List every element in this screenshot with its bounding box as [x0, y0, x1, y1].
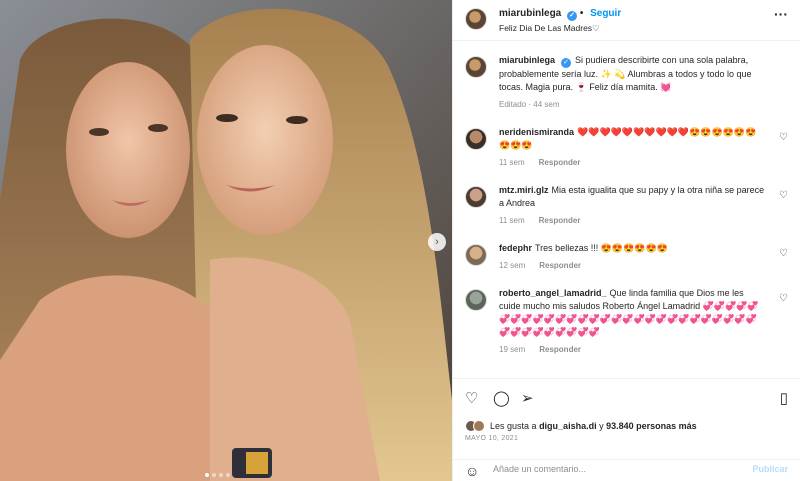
comment-icon[interactable]: ◯ [493, 389, 510, 407]
separator: • [579, 8, 587, 19]
post-date[interactable]: MAYO 10, 2021 [465, 435, 518, 442]
add-comment-bar: ☺ Publicar [453, 459, 800, 481]
carousel-dot [205, 473, 209, 477]
caption: miarubinlega ✓ Si pudiera describirte con … [453, 54, 800, 109]
comment-text: roberto_angel_lamadrid_ Que linda familia… [499, 287, 766, 339]
likes-prefix: Les gusta a [490, 421, 537, 431]
avatar[interactable] [465, 128, 487, 150]
comment-text: fedephr Tres bellezas !!! 😍😍😍😍😍😍 [499, 242, 766, 255]
comment-like-heart-icon[interactable]: ♡ [779, 293, 788, 304]
heart-icon[interactable]: ♡ [465, 389, 478, 407]
comment-like-heart-icon[interactable]: ♡ [779, 248, 788, 259]
comment-text: neridenismiranda ❤️❤️❤️❤️❤️❤️❤️❤️❤️❤️😍😍😍😍… [499, 126, 766, 152]
reply-button[interactable]: Responder [539, 216, 581, 225]
comment-username[interactable]: roberto_angel_lamadrid_ [499, 288, 607, 298]
verified-icon: ✓ [567, 11, 578, 21]
carousel-dot [219, 473, 223, 477]
location-label[interactable]: Feliz Dia De Las Madres♡ [499, 23, 600, 34]
emoji-icon[interactable]: ☺ [465, 463, 479, 479]
comment-like-heart-icon[interactable]: ♡ [779, 190, 788, 201]
more-horizontal-icon[interactable]: ··· [774, 6, 788, 22]
caption-text: miarubinlega ✓ Si pudiera describirte con … [499, 54, 766, 94]
comment-username[interactable]: fedephr [499, 243, 532, 253]
comment-like-heart-icon[interactable]: ♡ [779, 132, 788, 143]
avatar[interactable] [465, 244, 487, 266]
bookmark-icon[interactable]: ▯ [780, 389, 788, 407]
comment-time[interactable]: 11 sem [499, 216, 525, 225]
avatar [473, 420, 485, 432]
comment-username[interactable]: mtz.miri.glz [499, 185, 549, 195]
comment-time[interactable]: 11 sem [499, 158, 525, 167]
carousel-dot [212, 473, 216, 477]
header-user-line: miarubinlega ✓ • Seguir [499, 8, 621, 21]
comment-meta: 12 sem Responder [499, 261, 766, 270]
avatar[interactable] [465, 56, 487, 78]
reply-button[interactable]: Responder [539, 345, 581, 354]
caption-meta: Editado · 44 sem [499, 100, 560, 109]
photo-image [0, 0, 452, 481]
comment-input[interactable] [493, 464, 733, 474]
follow-button[interactable]: Seguir [590, 8, 621, 19]
avatar[interactable] [465, 186, 487, 208]
comment-username[interactable]: neridenismiranda [499, 127, 574, 137]
carousel-dot [226, 473, 230, 477]
likes-user[interactable]: digu_aisha.di [539, 421, 597, 431]
comment-meta: 19 sem Responder [499, 345, 766, 354]
caption-username[interactable]: miarubinlega [499, 55, 555, 65]
comment-text: mtz.miri.glz Mia esta igualita que su pap… [499, 184, 766, 210]
header-username[interactable]: miarubinlega [499, 8, 561, 19]
share-icon[interactable]: ➢ [521, 389, 534, 407]
post-comment-button[interactable]: Publicar [752, 464, 788, 474]
likes-count[interactable]: 93.840 personas más [606, 421, 697, 431]
comment-time[interactable]: 12 sem [499, 261, 525, 270]
action-icons: ♡ ◯ ➢ ▯ [465, 389, 788, 409]
reply-button[interactable]: Responder [539, 261, 581, 270]
likes-line: Les gusta a digu_aisha.di y 93.840 perso… [465, 420, 697, 432]
comment-time[interactable]: 19 sem [499, 345, 525, 354]
comments-list[interactable]: miarubinlega ✓ Si pudiera describirte con … [453, 42, 800, 377]
chevron-right-icon: › [435, 236, 439, 248]
comment-meta: 11 sem Responder [499, 216, 766, 225]
carousel-dots [205, 473, 230, 477]
comment-item: roberto_angel_lamadrid_ Que linda familia… [453, 287, 800, 354]
comment-item: neridenismiranda ❤️❤️❤️❤️❤️❤️❤️❤️❤️❤️😍😍😍😍… [453, 126, 800, 167]
carousel-next-button[interactable]: › [428, 233, 446, 251]
post-header: miarubinlega ✓ • Seguir Feliz Dia De Las… [453, 0, 800, 41]
comment-item: fedephr Tres bellezas !!! 😍😍😍😍😍😍 12 sem Re… [453, 242, 800, 270]
comment-body: Tres bellezas !!! 😍😍😍😍😍😍 [535, 243, 668, 253]
reply-button[interactable]: Responder [539, 158, 581, 167]
post-photo[interactable]: › [0, 0, 452, 481]
post-side-panel: miarubinlega ✓ • Seguir Feliz Dia De Las… [452, 0, 800, 481]
verified-icon: ✓ [561, 58, 572, 68]
avatar[interactable] [465, 8, 487, 30]
likes-middle: y [599, 421, 604, 431]
comment-meta: 11 sem Responder [499, 158, 766, 167]
comment-item: mtz.miri.glz Mia esta igualita que su pap… [453, 184, 800, 225]
avatar[interactable] [465, 289, 487, 311]
post-actions: ♡ ◯ ➢ ▯ Les gusta a digu_aisha.di y 93.8… [453, 378, 800, 481]
